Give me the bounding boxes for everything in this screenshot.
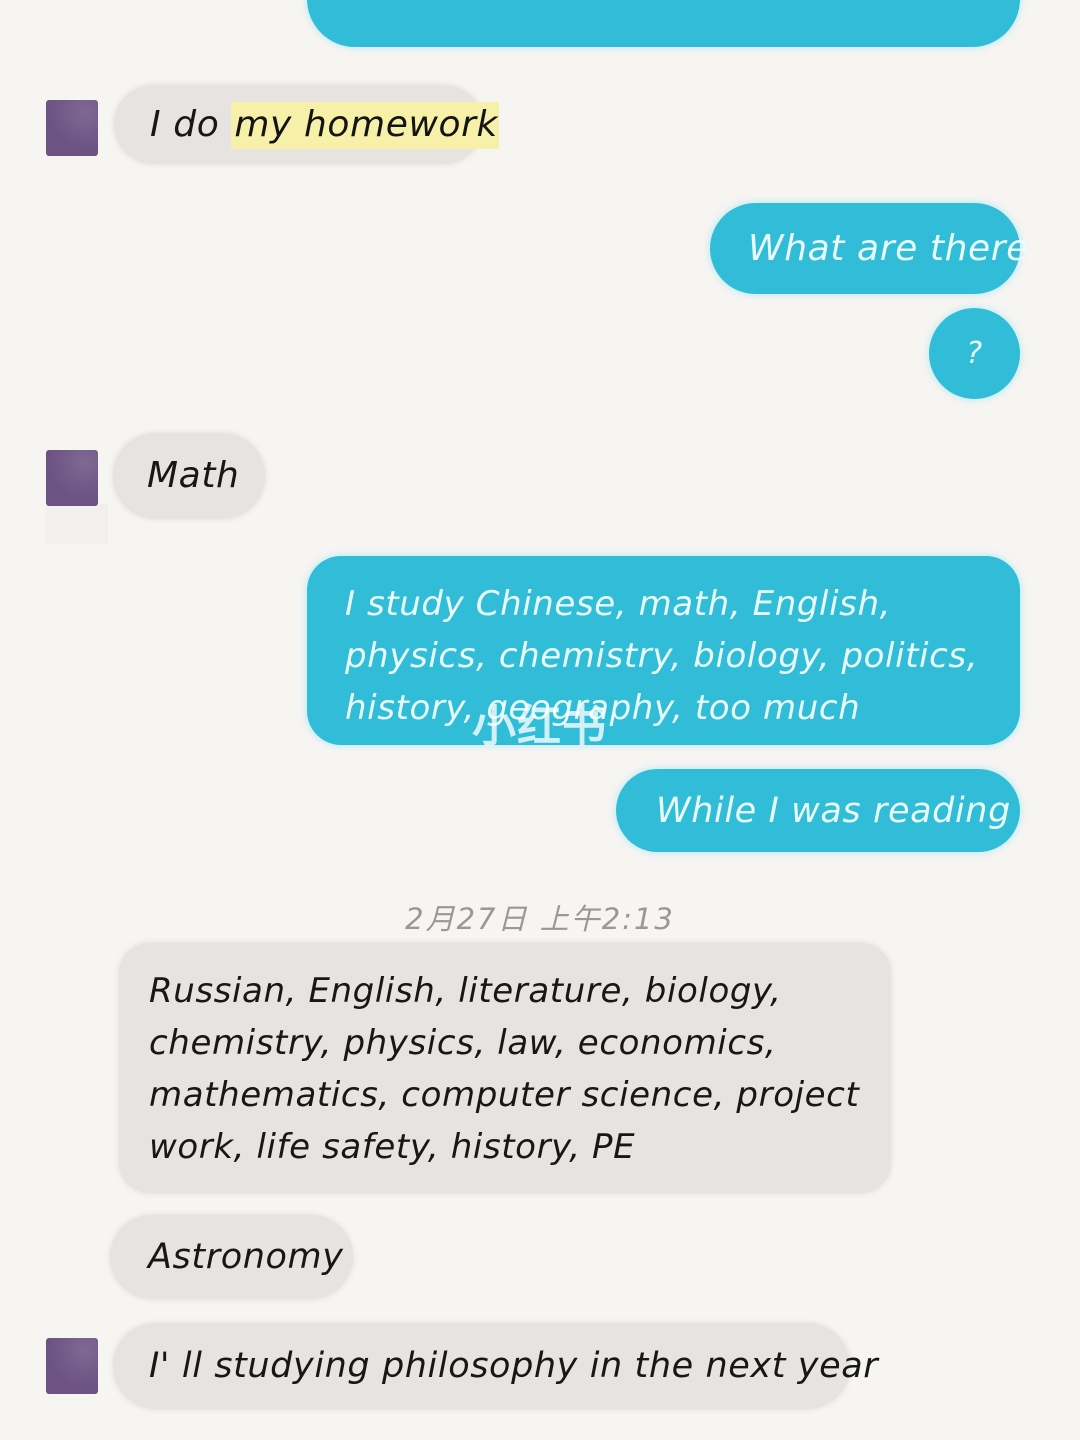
message-line: mathematics, computer science, project	[149, 1075, 860, 1115]
message-bubble-incoming-philosophy[interactable]: I' ll studying philosophy in the next ye…	[113, 1323, 879, 1409]
message-text: I' ll studying philosophy in the next ye…	[149, 1346, 879, 1386]
message-line: I study Chinese, math, English,	[345, 584, 892, 624]
message-text: I study Chinese, math, English, physics,…	[345, 578, 982, 734]
bubble-tail-artifact	[46, 504, 108, 544]
message-text: Russian, English, literature, biology, c…	[149, 965, 861, 1173]
message-text-highlighted: my homework	[231, 101, 499, 149]
message-bubble-outgoing-what-are-there[interactable]: What are there	[710, 203, 1029, 294]
message-bubble-incoming-homework[interactable]: I do my homework	[114, 85, 499, 164]
chat-conversation-view: you. What are you doing I do my homework…	[0, 0, 1080, 1440]
message-text: I do my homework	[150, 101, 499, 149]
message-bubble-incoming-subject-list[interactable]: Russian, English, literature, biology, c…	[119, 943, 891, 1193]
message-text: ?	[966, 335, 983, 371]
message-line: history, geography, too much	[345, 688, 861, 728]
message-text: Math	[147, 455, 240, 496]
message-bubble-outgoing-question-mark[interactable]: ?	[929, 308, 1020, 399]
message-text: you. What are you doing	[351, 0, 976, 47]
avatar[interactable]	[46, 450, 98, 506]
message-bubble-outgoing-while-reading[interactable]: While I was reading	[616, 769, 1020, 852]
message-text: Astronomy	[148, 1237, 344, 1277]
message-bubble-incoming-astronomy[interactable]: Astronomy	[110, 1215, 353, 1299]
message-line: Russian, English, literature, biology,	[149, 971, 782, 1011]
timestamp-divider: 2月27日 上午2:13	[405, 902, 675, 936]
avatar[interactable]	[46, 1338, 98, 1394]
message-bubble-outgoing-subject-list[interactable]: I study Chinese, math, English, physics,…	[307, 556, 1020, 745]
message-bubble-incoming-math[interactable]: Math	[113, 433, 265, 519]
message-line: physics, chemistry, biology, politics,	[345, 636, 979, 676]
message-bubble-outgoing-clipped[interactable]: you. What are you doing	[307, 0, 1020, 47]
message-line: chemistry, physics, law, economics,	[149, 1023, 777, 1063]
message-line: work, life safety, history, PE	[149, 1127, 636, 1167]
avatar[interactable]	[46, 100, 98, 156]
message-text: While I was reading	[656, 790, 1011, 831]
message-text: What are there	[748, 227, 1029, 269]
message-text-plain: I do	[150, 103, 232, 145]
